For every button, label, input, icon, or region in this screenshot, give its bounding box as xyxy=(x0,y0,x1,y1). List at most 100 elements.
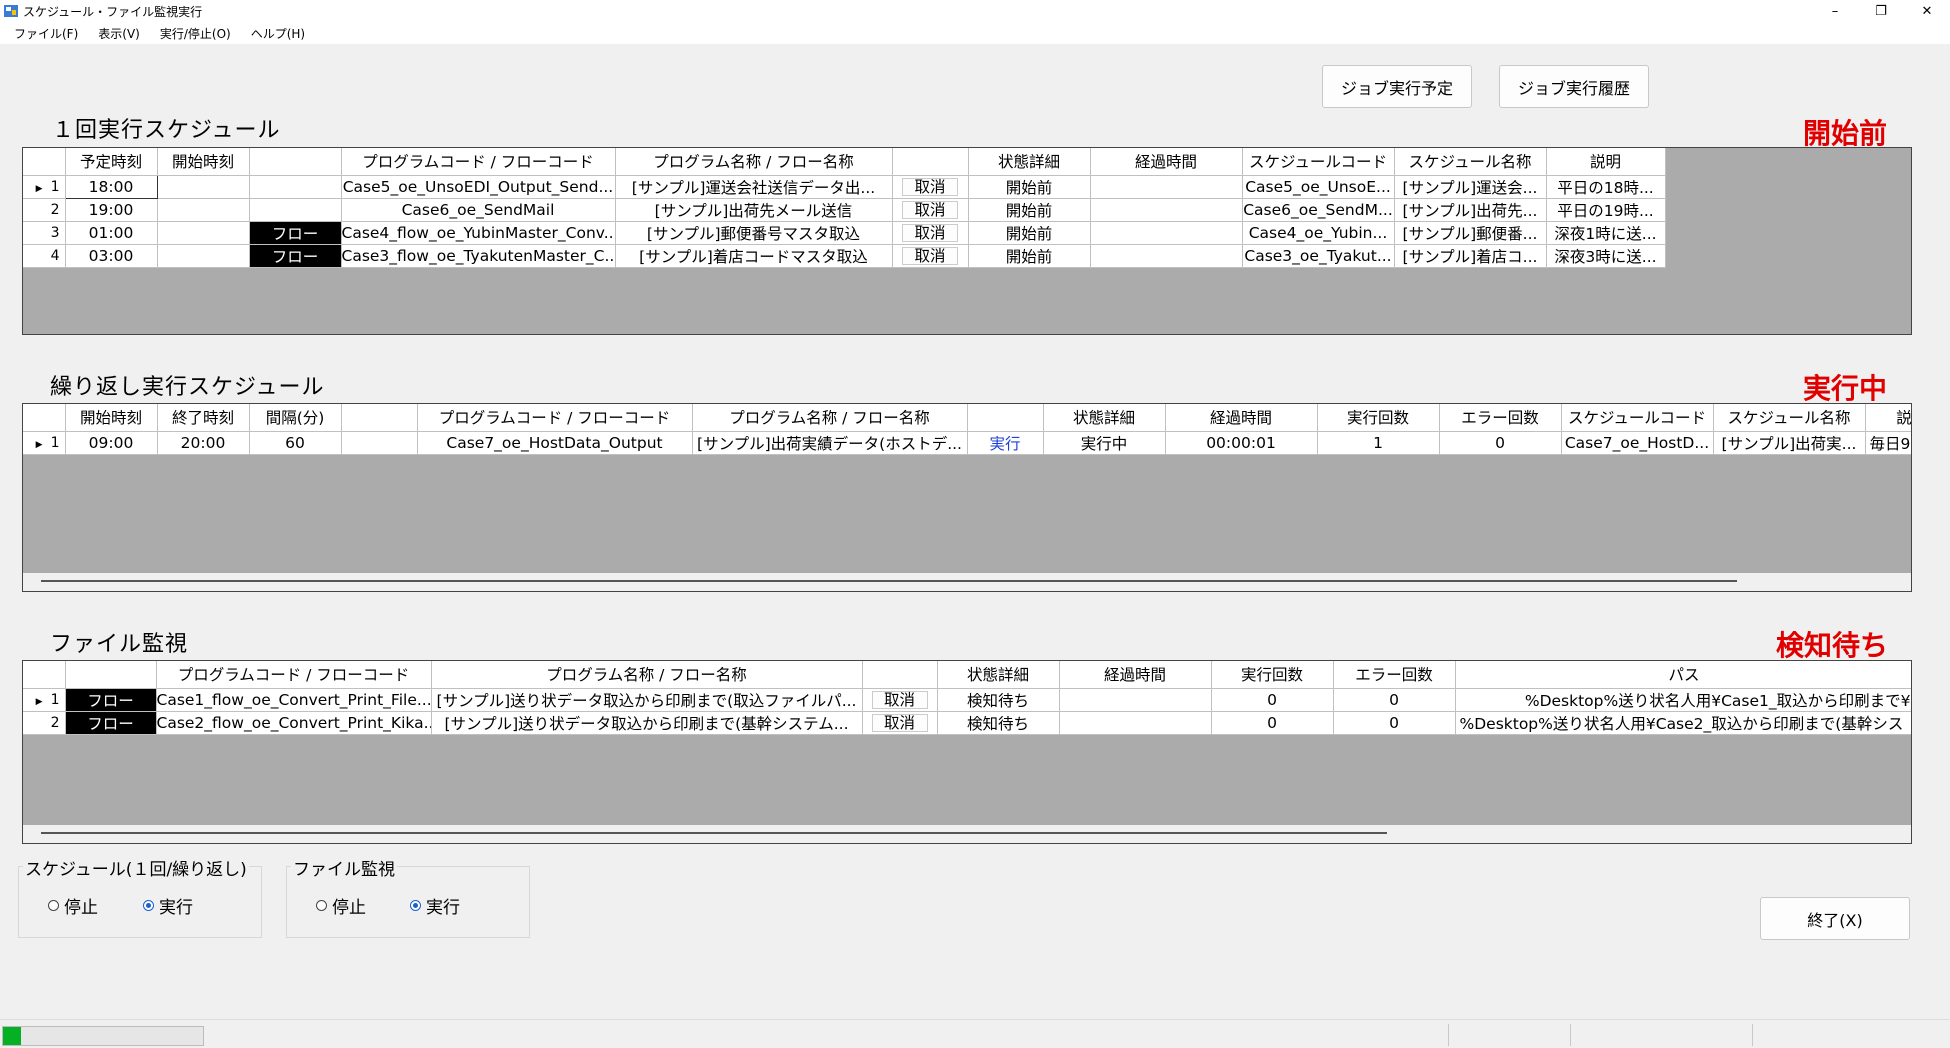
column-header[interactable]: スケジュールコード xyxy=(1561,404,1714,432)
column-header[interactable]: プログラム名称 / フロー名称 xyxy=(431,661,863,689)
cell-description[interactable]: 深夜3時に送... xyxy=(1546,244,1666,268)
cancel-button[interactable]: 取消 xyxy=(902,246,958,265)
cell-status[interactable]: 開始前 xyxy=(968,198,1091,222)
cell-schedule-name[interactable]: [サンプル]出荷実... xyxy=(1713,431,1866,455)
table-row[interactable]: ▶ 1 09:00 20:00 60 Case7_oe_HostData_Outp… xyxy=(23,431,1911,455)
cell-description[interactable]: 平日の18時... xyxy=(1546,175,1666,199)
column-header[interactable]: 状態詳細 xyxy=(937,661,1060,689)
cell-status[interactable]: 開始前 xyxy=(968,175,1091,199)
cell-end-time[interactable]: 20:00 xyxy=(157,431,250,455)
cell-code[interactable]: Case4_flow_oe_YubinMaster_Conv... xyxy=(341,221,616,245)
table-row[interactable]: 2 フロー Case2_flow_oe_Convert_Print_Kika..… xyxy=(23,711,1911,735)
cell-status[interactable]: 検知待ち xyxy=(937,711,1060,735)
cell-path[interactable]: %Desktop%送り状名人用¥Case1_取込から印刷まで¥ xyxy=(1455,688,1911,712)
repeat-schedule-grid[interactable]: 開始時刻 終了時刻 間隔(分) プログラムコード / フローコード プログラム名… xyxy=(22,403,1912,592)
row-header[interactable]: ▶ 1 xyxy=(23,431,66,455)
scrollbar-thumb[interactable] xyxy=(41,580,1737,582)
cell-status[interactable]: 実行中 xyxy=(1043,431,1166,455)
cell-interval[interactable]: 60 xyxy=(249,431,342,455)
cell-elapsed[interactable] xyxy=(1090,244,1243,268)
cell-flow[interactable]: フロー xyxy=(65,688,157,712)
column-header[interactable] xyxy=(341,404,418,432)
row-header[interactable]: ▶ 1 xyxy=(23,688,66,712)
cell-schedule-name[interactable]: [サンプル]運送会... xyxy=(1394,175,1547,199)
column-header[interactable]: 説 xyxy=(1865,404,1911,432)
cancel-button[interactable]: 取消 xyxy=(871,690,928,709)
cell-error-count[interactable]: 0 xyxy=(1333,711,1456,735)
cell-schedule-code[interactable]: Case5_oe_UnsoE... xyxy=(1242,175,1395,199)
file-run-radio[interactable]: 実行 xyxy=(410,893,460,918)
menu-view[interactable]: 表示(V) xyxy=(98,25,140,42)
cell-elapsed[interactable] xyxy=(1059,711,1212,735)
job-history-button[interactable]: ジョブ実行履歴 xyxy=(1499,65,1649,108)
cell-sched-time[interactable]: 01:00 xyxy=(65,221,158,245)
column-header[interactable]: 経過時間 xyxy=(1059,661,1212,689)
cell-elapsed[interactable] xyxy=(1059,688,1212,712)
file-stop-radio[interactable]: 停止 xyxy=(316,893,366,918)
maximize-button[interactable]: ❐ xyxy=(1858,0,1904,22)
cell-start-time[interactable]: 09:00 xyxy=(65,431,158,455)
table-row[interactable]: ▶ 1 フロー Case1_flow_oe_Convert_Print_File.… xyxy=(23,688,1911,712)
run-link[interactable]: 実行 xyxy=(967,431,1044,455)
file-watch-grid[interactable]: プログラムコード / フローコード プログラム名称 / フロー名称 状態詳細 経… xyxy=(22,660,1912,844)
column-header[interactable]: エラー回数 xyxy=(1439,404,1562,432)
column-header[interactable]: 経過時間 xyxy=(1090,148,1243,176)
job-schedule-button[interactable]: ジョブ実行予定 xyxy=(1322,65,1472,108)
horizontal-scrollbar[interactable] xyxy=(23,573,1911,591)
column-header[interactable]: プログラム名称 / フロー名称 xyxy=(692,404,968,432)
cancel-button[interactable]: 取消 xyxy=(902,200,958,219)
column-header[interactable]: スケジュール名称 xyxy=(1713,404,1866,432)
column-header[interactable]: 実行回数 xyxy=(1317,404,1440,432)
cell-error-count[interactable]: 0 xyxy=(1333,688,1456,712)
cell-start-time[interactable] xyxy=(157,244,250,268)
cell-elapsed[interactable]: 00:00:01 xyxy=(1165,431,1318,455)
cancel-button[interactable]: 取消 xyxy=(902,223,958,242)
table-row[interactable]: 2 19:00 Case6_oe_SendMail [サンプル]出荷先メール送信… xyxy=(23,198,1666,222)
cell-run-count[interactable]: 0 xyxy=(1211,688,1334,712)
cell-name[interactable]: [サンプル]送り状データ取込から印刷まで(取込ファイルパ... xyxy=(431,688,863,712)
column-header[interactable]: 経過時間 xyxy=(1165,404,1318,432)
column-header[interactable]: プログラムコード / フローコード xyxy=(156,661,432,689)
cell-start-time[interactable] xyxy=(157,175,250,199)
cell-description[interactable]: 毎日9... xyxy=(1865,431,1911,455)
cell-name[interactable]: [サンプル]送り状データ取込から印刷まで(基幹システム... xyxy=(431,711,863,735)
cell-flow[interactable] xyxy=(249,175,342,199)
menu-help[interactable]: ヘルプ(H) xyxy=(251,25,305,42)
column-header[interactable]: プログラムコード / フローコード xyxy=(341,148,616,176)
table-row[interactable]: ▶ 1 18:00 Case5_oe_UnsoEDI_Output_Send...… xyxy=(23,174,1666,199)
menu-run-stop[interactable]: 実行/停止(O) xyxy=(160,25,231,42)
cell-flow[interactable]: フロー xyxy=(65,711,157,735)
cell-flow[interactable]: フロー xyxy=(249,221,342,245)
cell-start-time[interactable] xyxy=(157,221,250,245)
column-header[interactable]: 予定時刻 xyxy=(65,148,158,176)
schedule-stop-radio[interactable]: 停止 xyxy=(48,893,98,918)
cell-sched-time[interactable]: 19:00 xyxy=(65,198,158,222)
column-header[interactable]: スケジュールコード xyxy=(1242,148,1395,176)
table-row[interactable]: 3 01:00 フロー Case4_flow_oe_YubinMaster_Co… xyxy=(23,221,1666,245)
cell-name[interactable]: [サンプル]運送会社送信データ出... xyxy=(615,175,893,199)
column-header[interactable] xyxy=(967,404,1044,432)
column-header[interactable]: 開始時刻 xyxy=(65,404,158,432)
cell-schedule-name[interactable]: [サンプル]出荷先... xyxy=(1394,198,1547,222)
cell-code[interactable]: Case5_oe_UnsoEDI_Output_Send... xyxy=(341,175,616,199)
cell-code[interactable]: Case2_flow_oe_Convert_Print_Kika... xyxy=(156,711,432,735)
cell-code[interactable]: Case1_flow_oe_Convert_Print_File... xyxy=(156,688,432,712)
once-schedule-grid[interactable]: 予定時刻 開始時刻 プログラムコード / フローコード プログラム名称 / フロ… xyxy=(22,147,1912,335)
cell-code[interactable]: Case3_flow_oe_TyakutenMaster_C... xyxy=(341,244,616,268)
cell-name[interactable]: [サンプル]出荷先メール送信 xyxy=(615,198,893,222)
row-header[interactable]: 2 xyxy=(23,198,66,222)
cell-schedule-code[interactable]: Case6_oe_SendM... xyxy=(1242,198,1395,222)
cell-status[interactable]: 開始前 xyxy=(968,244,1091,268)
cell-error-count[interactable]: 0 xyxy=(1439,431,1562,455)
cell-name[interactable]: [サンプル]出荷実績データ(ホストデ... xyxy=(692,431,968,455)
cell-elapsed[interactable] xyxy=(1090,175,1243,199)
column-header[interactable]: パス xyxy=(1455,661,1911,689)
exit-button[interactable]: 終了(X) xyxy=(1760,897,1910,940)
column-header[interactable]: プログラム名称 / フロー名称 xyxy=(615,148,893,176)
column-header[interactable]: プログラムコード / フローコード xyxy=(417,404,693,432)
cell-sched-time[interactable]: 18:00 xyxy=(64,174,158,199)
column-header[interactable]: スケジュール名称 xyxy=(1394,148,1547,176)
cell-schedule-name[interactable]: [サンプル]郵便番... xyxy=(1394,221,1547,245)
cell-flow[interactable]: フロー xyxy=(249,244,342,268)
cell-flow[interactable] xyxy=(341,431,418,455)
